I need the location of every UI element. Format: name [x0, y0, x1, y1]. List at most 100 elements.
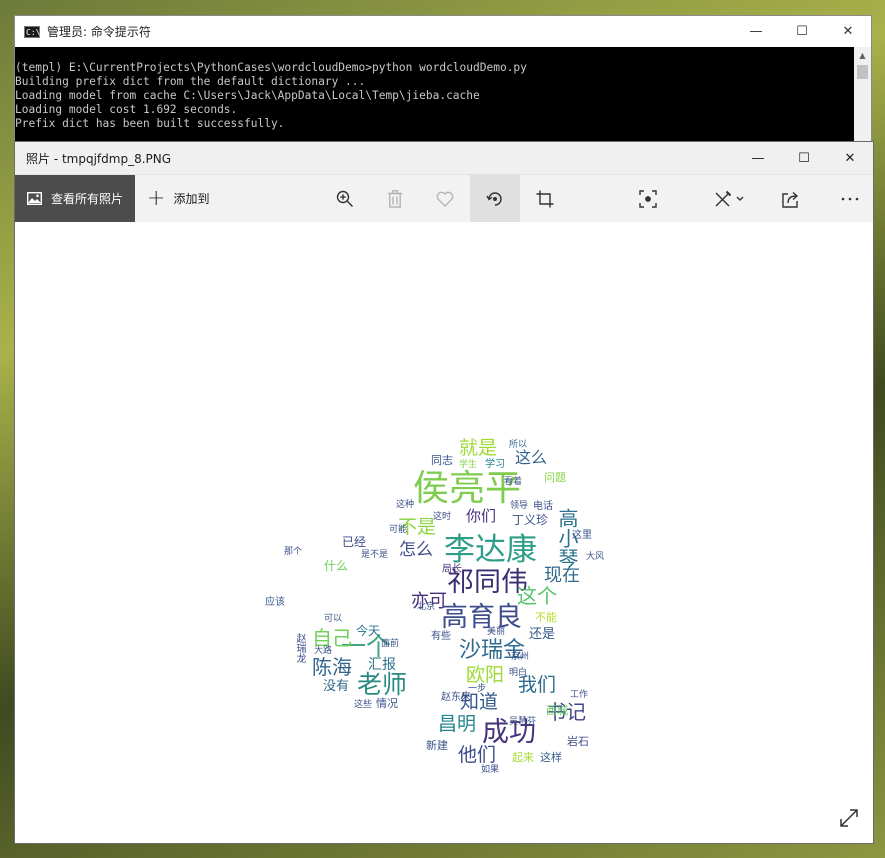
wordcloud-word: 赵东来 — [441, 692, 471, 703]
zoom-in-button[interactable] — [320, 175, 370, 222]
cmd-output: (templ) E:\CurrentProjects\PythonCases\w… — [15, 47, 871, 131]
cmd-console[interactable]: (templ) E:\CurrentProjects\PythonCases\w… — [15, 47, 871, 155]
wordcloud-word: 这样 — [540, 751, 562, 764]
photos-maximize-button[interactable]: ☐ — [781, 142, 827, 175]
wordcloud-word: 局长 — [442, 564, 462, 575]
cmd-titlebar[interactable]: C:\. 管理员: 命令提示符 — ☐ ✕ — [15, 16, 871, 47]
wordcloud-word: 昌明 — [438, 713, 477, 735]
add-to-label: 添加到 — [173, 192, 210, 206]
wordcloud-word: 西城 — [546, 704, 568, 717]
cmd-title: 管理员: 命令提示符 — [47, 25, 151, 39]
wordcloud-word: 起来 — [512, 751, 534, 764]
wordcloud-word: 大路 — [314, 646, 333, 656]
wordcloud-word: 岩石 — [567, 735, 589, 748]
photos-minimize-button[interactable]: — — [735, 142, 781, 175]
cmd-minimize-button[interactable]: — — [733, 16, 779, 47]
cmd-output-line: Building prefix dict from the default di… — [15, 75, 366, 88]
favorite-icon — [436, 191, 454, 207]
crop-button[interactable] — [520, 175, 570, 222]
cmd-output-line: Loading model from cache C:\Users\Jack\A… — [15, 89, 480, 102]
wordcloud-word: 丁义珍 — [512, 513, 549, 527]
cmd-maximize-button[interactable]: ☐ — [779, 16, 825, 47]
wordcloud-word: 工作 — [570, 690, 589, 700]
scroll-up-icon[interactable]: ▲ — [854, 47, 871, 64]
see-all-photos-button[interactable]: 查看所有照片 — [15, 175, 135, 222]
photos-title: 照片 - tmpqjfdmp_8.PNG — [26, 151, 172, 166]
wordcloud-word: 同志 — [431, 454, 453, 467]
rotate-button[interactable] — [470, 175, 520, 222]
wordcloud-word: 汇报 — [368, 657, 396, 673]
wordcloud-word: 你们 — [466, 507, 497, 525]
wordcloud-word: 陈海 — [312, 655, 352, 679]
wordcloud-word: 京州 — [511, 652, 530, 662]
wordcloud-word: 怎么 — [399, 540, 433, 560]
photos-close-button[interactable]: ✕ — [827, 142, 873, 175]
wordcloud-word: 领导 — [510, 501, 529, 511]
wordcloud-word: 面前 — [381, 639, 400, 649]
wordcloud-word: 这么 — [515, 448, 548, 467]
wordcloud-word: 可能 — [389, 525, 408, 535]
wordcloud-word: 我们 — [518, 674, 557, 696]
wordcloud-word: 赵瑞龙 — [294, 633, 305, 663]
wordcloud-word: 他们 — [458, 744, 497, 766]
wordcloud-word: 情况 — [376, 697, 398, 710]
cmd-output-line: Loading model cost 1.692 seconds. — [15, 103, 238, 116]
wordcloud-word: 如果 — [481, 765, 500, 775]
favorite-button[interactable] — [420, 175, 470, 222]
cmd-scrollbar[interactable]: ▲ — [854, 47, 871, 155]
wordcloud-word: 大风 — [586, 552, 605, 562]
crop-icon — [536, 190, 554, 207]
cmd-scroll-thumb[interactable] — [857, 65, 868, 79]
wordcloud-word: 就是 — [459, 437, 498, 459]
wordcloud-word: 学生 — [459, 460, 478, 470]
photos-titlebar[interactable]: 照片 - tmpqjfdmp_8.PNG — ☐ ✕ — [15, 142, 873, 175]
plus-icon: + — [147, 185, 166, 211]
cmd-output-line: Prefix dict has been built successfully. — [15, 117, 285, 130]
wordcloud-word: 学习 — [485, 459, 505, 470]
cmd-window: C:\. 管理员: 命令提示符 — ☐ ✕ (templ) E:\Current… — [14, 15, 872, 155]
wordcloud-word: 高育良 — [441, 602, 522, 633]
wordcloud-word: 那个 — [284, 547, 303, 557]
rotate-icon — [486, 191, 502, 206]
focus-icon — [639, 189, 657, 208]
more-icon — [841, 197, 859, 200]
delete-button[interactable] — [370, 175, 420, 222]
wordcloud-word: 现在 — [544, 565, 580, 586]
cmd-icon: C:\. — [24, 25, 46, 38]
wordcloud-word: 这个 — [517, 584, 557, 608]
zoom-in-icon — [336, 190, 353, 207]
wordcloud-word: 欧阳 — [466, 664, 505, 686]
wordcloud-word: 已经 — [342, 535, 367, 549]
photo-gallery-icon — [27, 192, 42, 205]
wordcloud-word: 应该 — [265, 597, 285, 608]
wordcloud-word: 是不是 — [361, 550, 389, 560]
wordcloud-image: 侯亮平 李达康 祁同伟 高育良 沙瑞金 老师 成功 一个 陈海 自己 欧阳 知道 我们 书记 昌明 他们 现在这… — [15, 222, 873, 842]
share-button[interactable] — [766, 175, 816, 222]
wordcloud-word: 自己 — [312, 626, 352, 650]
wordcloud-word: 这些 — [354, 700, 373, 710]
more-options-button[interactable] — [825, 175, 875, 222]
wordcloud-word: 什么 — [324, 559, 349, 573]
see-all-photos-label: 查看所有照片 — [51, 192, 124, 206]
wordcloud-word: 吴慧芬 — [509, 717, 537, 727]
photos-toolbar: 查看所有照片 + 添加到 — [15, 175, 873, 222]
wordcloud-word: 有些 — [431, 631, 451, 642]
wordcloud-word: 没有 — [323, 679, 350, 694]
wordcloud-word: 还是 — [529, 627, 556, 642]
wordcloud-word: 电话 — [533, 501, 553, 512]
focus-button[interactable] — [623, 175, 673, 222]
wordcloud-word: 北京 — [417, 602, 436, 612]
cmd-close-button[interactable]: ✕ — [825, 16, 871, 47]
edit-create-button[interactable] — [699, 175, 759, 222]
add-to-button[interactable]: + 添加到 — [147, 175, 209, 222]
wordcloud-word: 新建 — [426, 739, 448, 752]
wordcloud-word: 一步 — [468, 684, 487, 694]
delete-icon — [388, 189, 402, 208]
wordcloud-word: 这里 — [572, 530, 592, 541]
photo-viewer[interactable]: 侯亮平 李达康 祁同伟 高育良 沙瑞金 老师 成功 一个 陈海 自己 欧阳 知道 我们 书记 昌明 他们 现在这… — [15, 222, 873, 842]
edit-icon — [715, 190, 744, 206]
wordcloud-word: 这种 — [396, 500, 415, 510]
wordcloud-word: 可以 — [324, 614, 343, 624]
wordcloud-word: 美丽 — [487, 627, 506, 637]
fullscreen-button[interactable] — [837, 806, 861, 830]
